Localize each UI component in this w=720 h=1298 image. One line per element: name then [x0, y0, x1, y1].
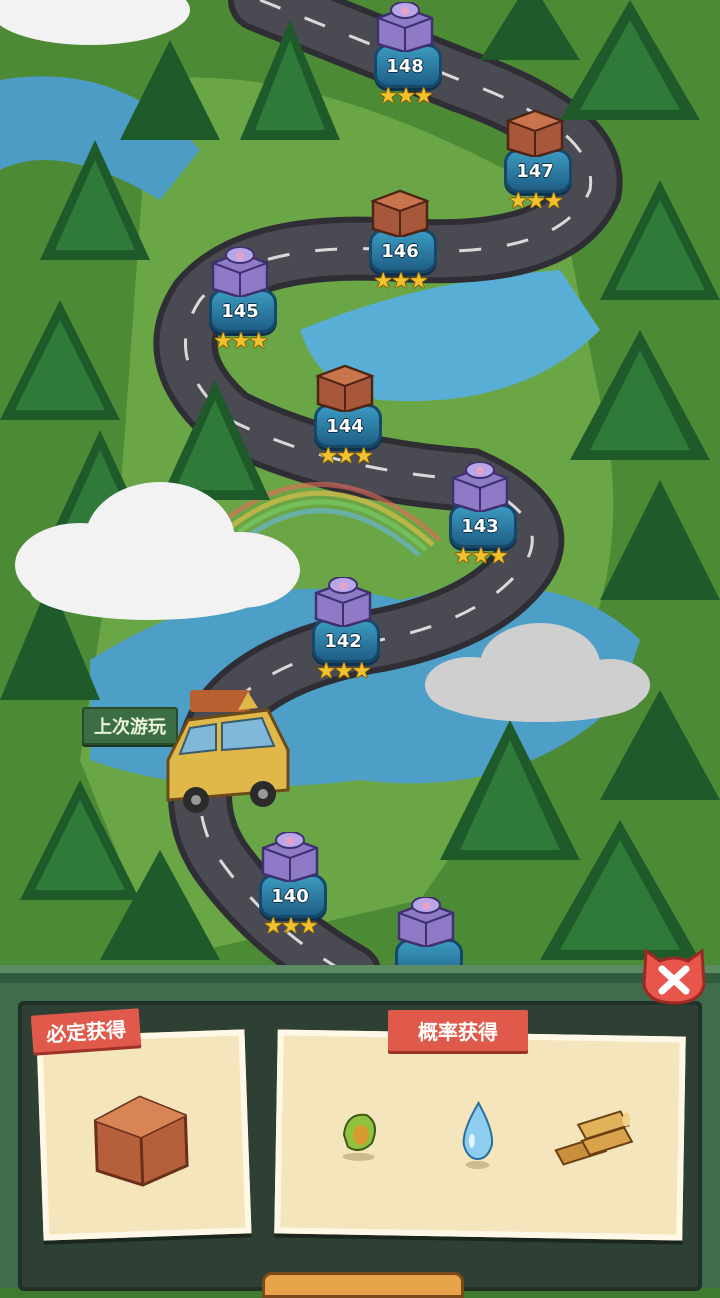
level-node[interactable] [381, 895, 471, 975]
gift-box-icon [257, 831, 323, 884]
gift-box-icon [207, 246, 273, 299]
level-node[interactable]: 142 ★★★ [298, 575, 388, 685]
level-number: 143 [461, 516, 499, 537]
guaranteed-reward-card [36, 1029, 252, 1241]
wooden-chest-icon [367, 187, 433, 239]
level-stars: ★★★ [373, 269, 428, 294]
seed-icon [342, 1113, 376, 1161]
level-stars: ★★★ [453, 544, 508, 569]
gift-box-icon [310, 576, 376, 629]
level-node[interactable]: 143 ★★★ [435, 460, 525, 570]
level-number: 147 [516, 161, 554, 182]
wood-logs-icon [554, 1110, 634, 1166]
level-node[interactable]: 145 ★★★ [195, 245, 285, 355]
level-number: 140 [271, 886, 309, 907]
level-stars: ★★★ [318, 444, 373, 469]
wooden-chest-icon [93, 1095, 189, 1187]
level-stars: ★★★ [316, 659, 371, 684]
water-drop-icon [462, 1100, 494, 1169]
level-number: 144 [326, 416, 364, 437]
level-map: 148 ★★★ 147 ★★★ 146 ★★★ 145 ★★★ 144 ★★★ 143 ★★★ 142 ★… [0, 0, 720, 975]
level-node[interactable]: 140 ★★★ [245, 830, 335, 940]
level-stars: ★★★ [508, 189, 563, 214]
level-number: 146 [381, 241, 419, 262]
level-stars: ★★★ [213, 329, 268, 354]
gift-box-icon [447, 461, 513, 514]
bottom-action-button[interactable] [262, 1272, 464, 1298]
map-background [0, 0, 720, 975]
level-number: 142 [324, 631, 362, 652]
guaranteed-label: 必定获得 [30, 1008, 142, 1053]
chance-reward-card [274, 1029, 686, 1241]
level-node[interactable]: 148 ★★★ [360, 0, 450, 110]
level-node[interactable]: 144 ★★★ [300, 360, 390, 470]
wooden-chest-icon [502, 107, 568, 159]
close-button[interactable] [640, 945, 708, 1007]
level-stars: ★★★ [263, 914, 318, 939]
level-node[interactable]: 146 ★★★ [355, 185, 445, 295]
gift-box-icon [393, 896, 459, 949]
level-node[interactable]: 147 ★★★ [490, 105, 580, 215]
level-number: 148 [386, 56, 424, 77]
gift-box-icon [372, 1, 438, 54]
wooden-chest-icon [312, 362, 378, 414]
level-number: 145 [221, 301, 259, 322]
level-stars: ★★★ [378, 84, 433, 109]
chance-label: 概率获得 [388, 1010, 528, 1051]
player-car-icon [166, 690, 290, 813]
